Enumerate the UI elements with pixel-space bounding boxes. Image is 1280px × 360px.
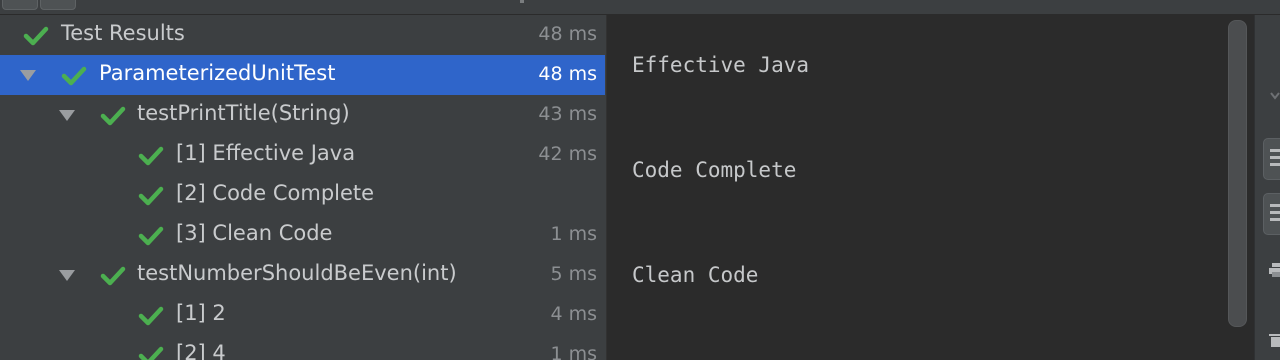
toolbar-button[interactable] bbox=[2, 0, 38, 10]
expand-arrow-icon[interactable] bbox=[20, 70, 36, 81]
console-line: Clean Code bbox=[632, 263, 759, 287]
check-icon bbox=[100, 266, 126, 286]
top-toolbar bbox=[0, 0, 1280, 15]
scroll-to-end-button[interactable] bbox=[1263, 193, 1280, 235]
tree-row-parameterized-unit-test[interactable]: ParameterizedUnitTest 48 ms bbox=[0, 55, 605, 95]
tree-row-label: [1] 2 bbox=[176, 301, 226, 325]
tree-row-time: 4 ms bbox=[550, 303, 597, 325]
check-icon bbox=[138, 226, 164, 246]
tree-row-code-complete[interactable]: [2] Code Complete bbox=[0, 175, 605, 215]
layout-icon bbox=[1270, 149, 1280, 152]
scroll-down-icon[interactable] bbox=[1269, 90, 1280, 102]
tree-row-time: 5 ms bbox=[550, 263, 597, 285]
console-line: Effective Java bbox=[632, 53, 810, 77]
trash-icon[interactable] bbox=[1269, 333, 1280, 347]
tree-row-param-4[interactable]: [2] 4 1 ms bbox=[0, 335, 605, 360]
toolbar-button[interactable] bbox=[40, 0, 76, 10]
tree-row-label: ParameterizedUnitTest bbox=[99, 61, 336, 85]
check-icon bbox=[138, 346, 164, 360]
tree-row-label: testNumberShouldBeEven(int) bbox=[137, 261, 457, 285]
check-icon bbox=[138, 306, 164, 326]
check-icon bbox=[23, 26, 49, 46]
tree-row-label: [1] Effective Java bbox=[176, 141, 356, 165]
tree-row-time: 43 ms bbox=[538, 103, 597, 125]
tree-row-label: [2] Code Complete bbox=[176, 181, 375, 205]
tree-row-param-2[interactable]: [1] 2 4 ms bbox=[0, 295, 605, 335]
tree-row-time: 48 ms bbox=[538, 23, 597, 45]
console-scrollbar[interactable] bbox=[1222, 15, 1254, 360]
tree-row-clean-code[interactable]: [3] Clean Code 1 ms bbox=[0, 215, 605, 255]
check-icon bbox=[100, 106, 126, 126]
tree-row-label: Test Results bbox=[61, 21, 185, 45]
console-side-toolbar bbox=[1254, 15, 1280, 360]
tree-row-time: 1 ms bbox=[550, 343, 597, 360]
expand-arrow-icon[interactable] bbox=[59, 270, 75, 281]
tree-row-test-print-title[interactable]: testPrintTitle(String) 43 ms bbox=[0, 95, 605, 135]
console-line: Code Complete bbox=[632, 158, 797, 182]
tree-row-time: 42 ms bbox=[538, 143, 597, 165]
tree-row-label: testPrintTitle(String) bbox=[137, 101, 350, 125]
tree-row-label: [3] Clean Code bbox=[176, 221, 333, 245]
check-icon bbox=[61, 66, 87, 86]
check-icon bbox=[138, 146, 164, 166]
soft-wrap-button[interactable] bbox=[1263, 138, 1280, 180]
print-icon[interactable] bbox=[1269, 263, 1280, 277]
tree-row-effective-java[interactable]: [1] Effective Java 42 ms bbox=[0, 135, 605, 175]
layout-icon bbox=[1270, 204, 1280, 207]
check-icon bbox=[138, 186, 164, 206]
console-output[interactable]: Effective Java Code Complete Clean Code bbox=[606, 15, 1223, 360]
test-results-tree: Test Results 48 ms ParameterizedUnitTest… bbox=[0, 15, 605, 360]
tree-row-label: [2] 4 bbox=[176, 341, 226, 360]
tree-row-time: 48 ms bbox=[538, 63, 597, 85]
tree-row-test-results[interactable]: Test Results 48 ms bbox=[0, 15, 605, 55]
toolbar-separator bbox=[520, 0, 524, 3]
expand-arrow-icon[interactable] bbox=[59, 110, 75, 121]
scrollbar-thumb[interactable] bbox=[1228, 20, 1247, 327]
tree-row-time: 1 ms bbox=[550, 223, 597, 245]
tree-row-test-number-should-be-even[interactable]: testNumberShouldBeEven(int) 5 ms bbox=[0, 255, 605, 295]
